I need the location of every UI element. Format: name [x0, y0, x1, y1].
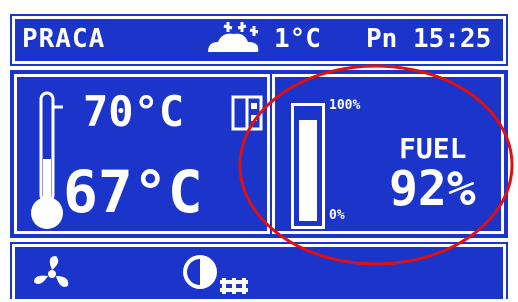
- current-temperature: 67°C: [63, 158, 203, 226]
- pump-icon: [183, 255, 248, 294]
- bottom-bar: [10, 242, 508, 302]
- fuel-min-label: 0%: [329, 208, 345, 223]
- outdoor-temperature: 1°C: [274, 24, 321, 54]
- snow-cloud-icon: [208, 22, 259, 52]
- fuel-level-bar: [291, 103, 325, 229]
- fuel-level-fill: [299, 120, 317, 221]
- status-bar: PRACA 1°C Pn 15:25: [10, 14, 508, 66]
- day-time: Pn 15:25: [366, 24, 492, 54]
- mode-label: PRACA: [22, 24, 106, 54]
- fuel-panel: 100% 0% FUEL 92%: [272, 74, 504, 234]
- fuel-percentage: 92%: [389, 161, 476, 217]
- boiler-panel: 70°C 67°C: [14, 74, 270, 234]
- heating-mode-icon: [231, 95, 263, 131]
- main-panel: 70°C 67°C 100% 0% FUEL 92%: [10, 70, 508, 238]
- setpoint-temperature: 70°C: [83, 87, 185, 136]
- fan-icon: [34, 256, 69, 287]
- fuel-title: FUEL: [399, 132, 467, 165]
- fuel-max-label: 100%: [329, 98, 361, 113]
